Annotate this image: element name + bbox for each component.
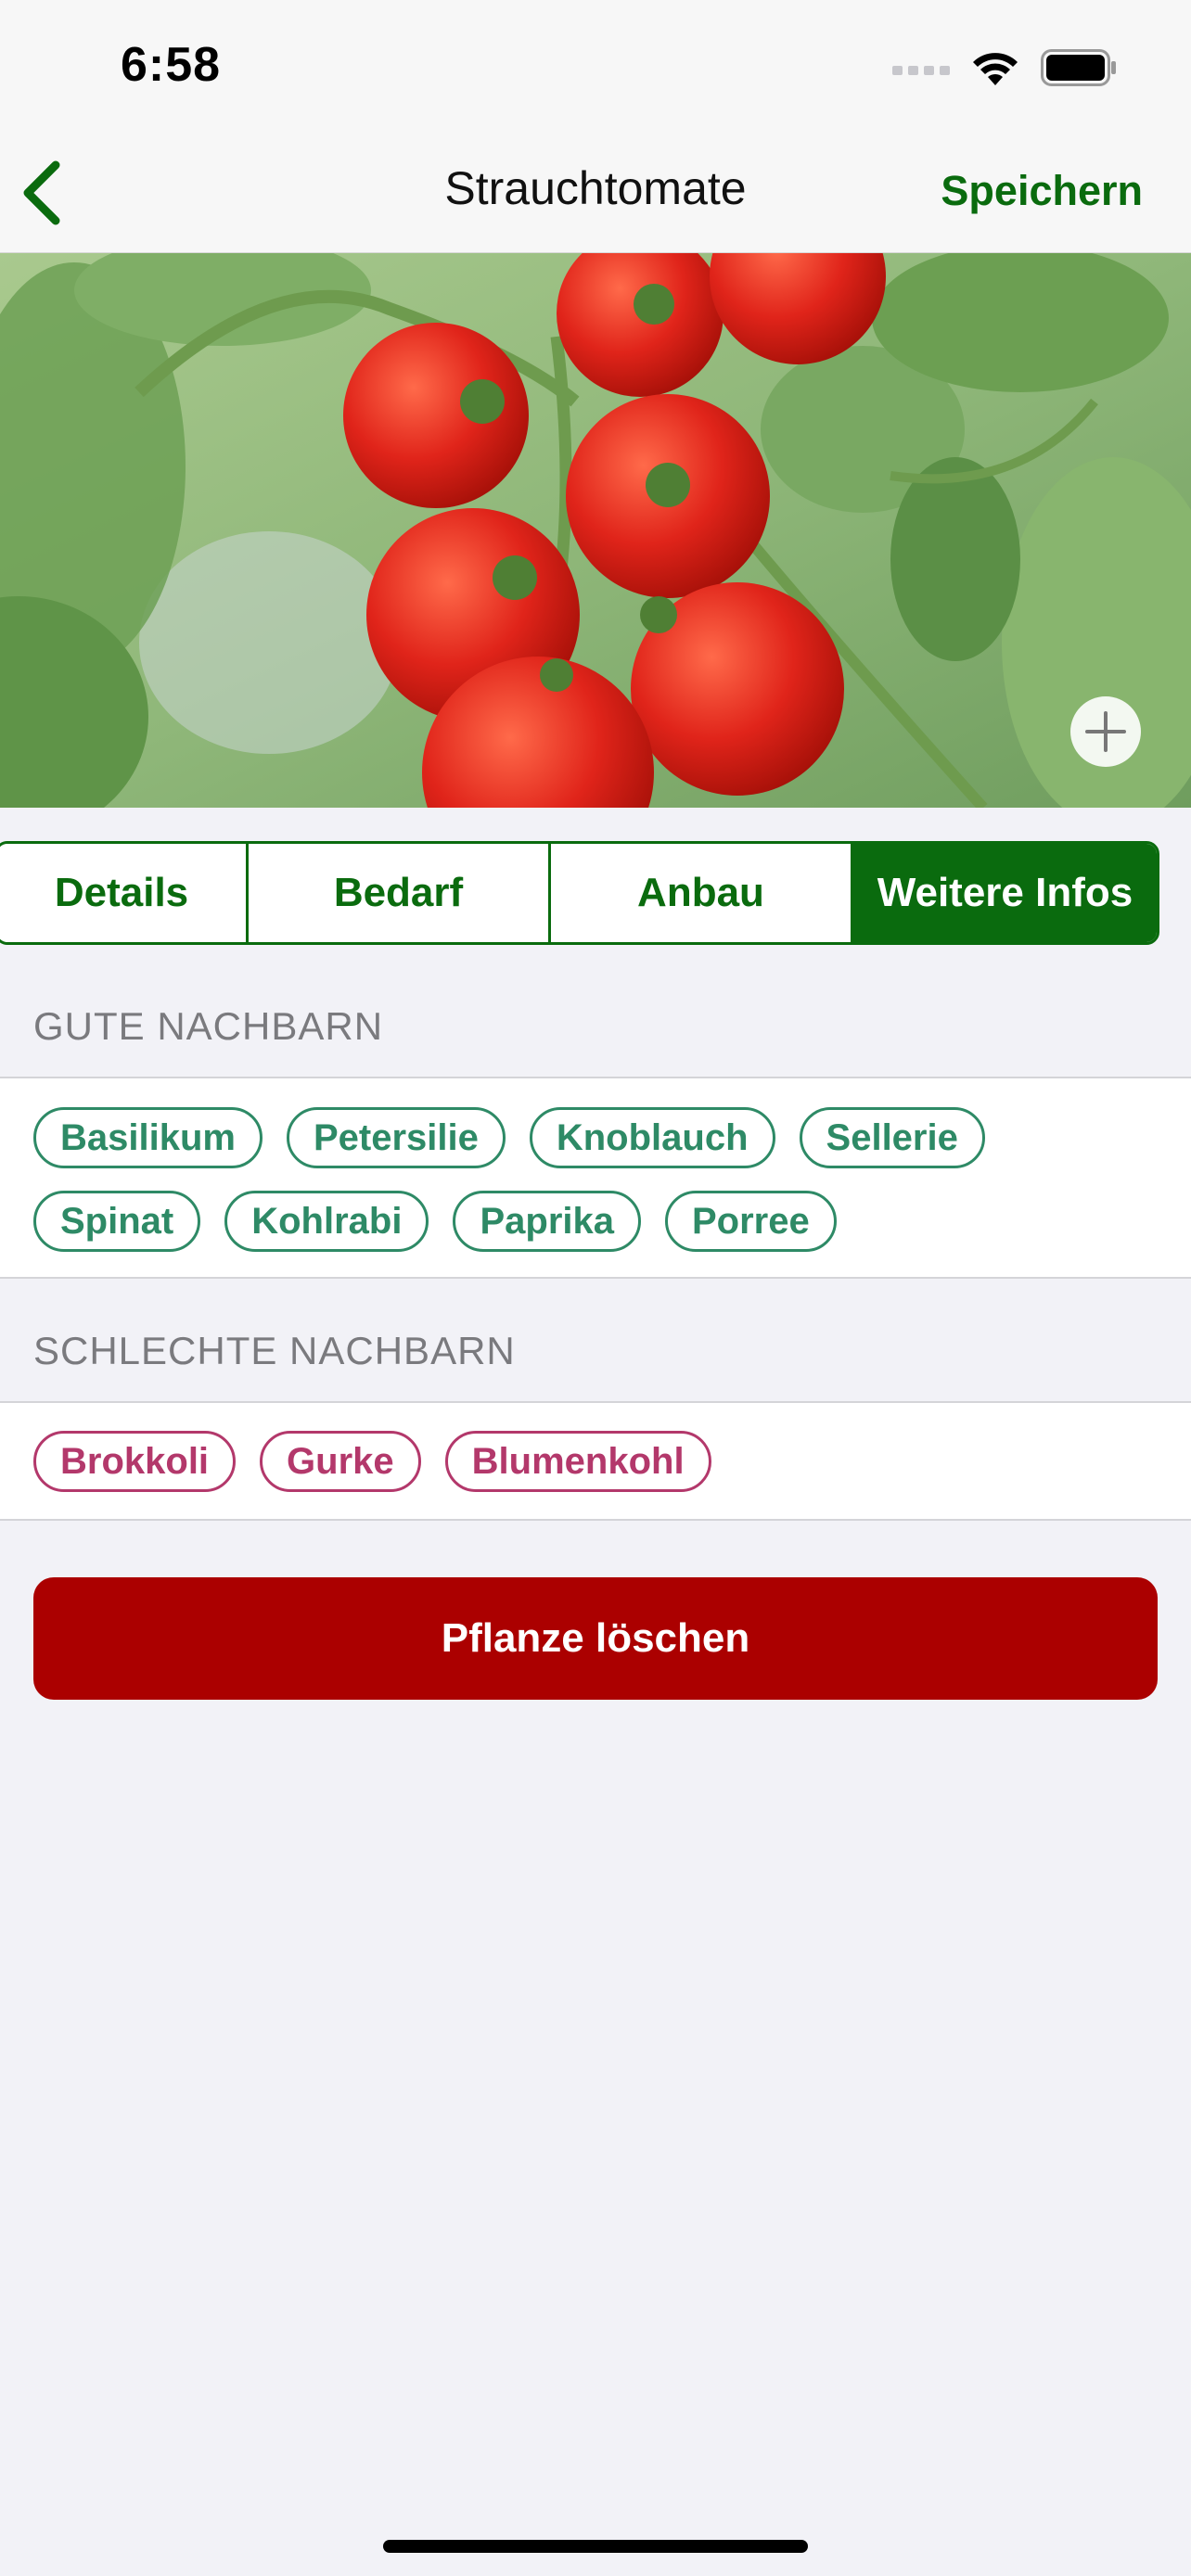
status-icons — [892, 45, 1117, 91]
bad-neighbors-row: Brokkoli Gurke Blumenkohl — [33, 1431, 711, 1492]
good-neighbors-row-1: Basilikum Petersilie Knoblauch Sellerie — [33, 1107, 985, 1168]
delete-plant-button[interactable]: Pflanze löschen — [33, 1577, 1158, 1700]
good-neighbors-row-2: Spinat Kohlrabi Paprika Porree — [33, 1191, 837, 1252]
good-neighbor-chip[interactable]: Kohlrabi — [224, 1191, 429, 1252]
tab-weitere-infos[interactable]: Weitere Infos — [853, 844, 1157, 942]
navigation-bar: Strauchtomate Speichern — [0, 130, 1191, 253]
tab-details[interactable]: Details — [0, 844, 249, 942]
save-button[interactable]: Speichern — [941, 167, 1143, 215]
tab-bedarf[interactable]: Bedarf — [249, 844, 551, 942]
wifi-icon — [973, 53, 1018, 85]
good-neighbor-chip[interactable]: Knoblauch — [529, 1107, 775, 1168]
tomato-plant-image — [0, 253, 1191, 808]
good-neighbor-chip[interactable]: Paprika — [453, 1191, 641, 1252]
bad-neighbor-chip[interactable]: Blumenkohl — [444, 1431, 711, 1492]
add-photo-button[interactable] — [1070, 696, 1141, 767]
good-neighbor-chip[interactable]: Spinat — [33, 1191, 201, 1252]
status-bar: 6:58 — [0, 0, 1191, 130]
battery-icon — [1041, 49, 1116, 86]
bad-neighbors-header: SCHLECHTE NACHBARN — [33, 1329, 516, 1372]
status-time: 6:58 — [121, 38, 222, 92]
good-neighbor-chip[interactable]: Porree — [665, 1191, 837, 1252]
plus-icon — [1085, 711, 1126, 752]
bad-neighbor-chip[interactable]: Gurke — [260, 1431, 421, 1492]
bad-neighbor-chip[interactable]: Brokkoli — [33, 1431, 237, 1492]
good-neighbor-chip[interactable]: Sellerie — [799, 1107, 985, 1168]
good-neighbors-header: GUTE NACHBARN — [33, 1004, 384, 1048]
cellular-signal-icon — [892, 66, 950, 75]
tab-segmented-control: Details Bedarf Anbau Weitere Infos — [0, 841, 1159, 945]
home-indicator[interactable] — [383, 2540, 808, 2553]
good-neighbors-card: Basilikum Petersilie Knoblauch Sellerie … — [0, 1077, 1191, 1279]
tab-anbau[interactable]: Anbau — [551, 844, 853, 942]
good-neighbor-chip[interactable]: Petersilie — [286, 1107, 506, 1168]
plant-photo — [0, 253, 1191, 808]
bad-neighbors-card: Brokkoli Gurke Blumenkohl — [0, 1401, 1191, 1521]
good-neighbor-chip[interactable]: Basilikum — [33, 1107, 263, 1168]
